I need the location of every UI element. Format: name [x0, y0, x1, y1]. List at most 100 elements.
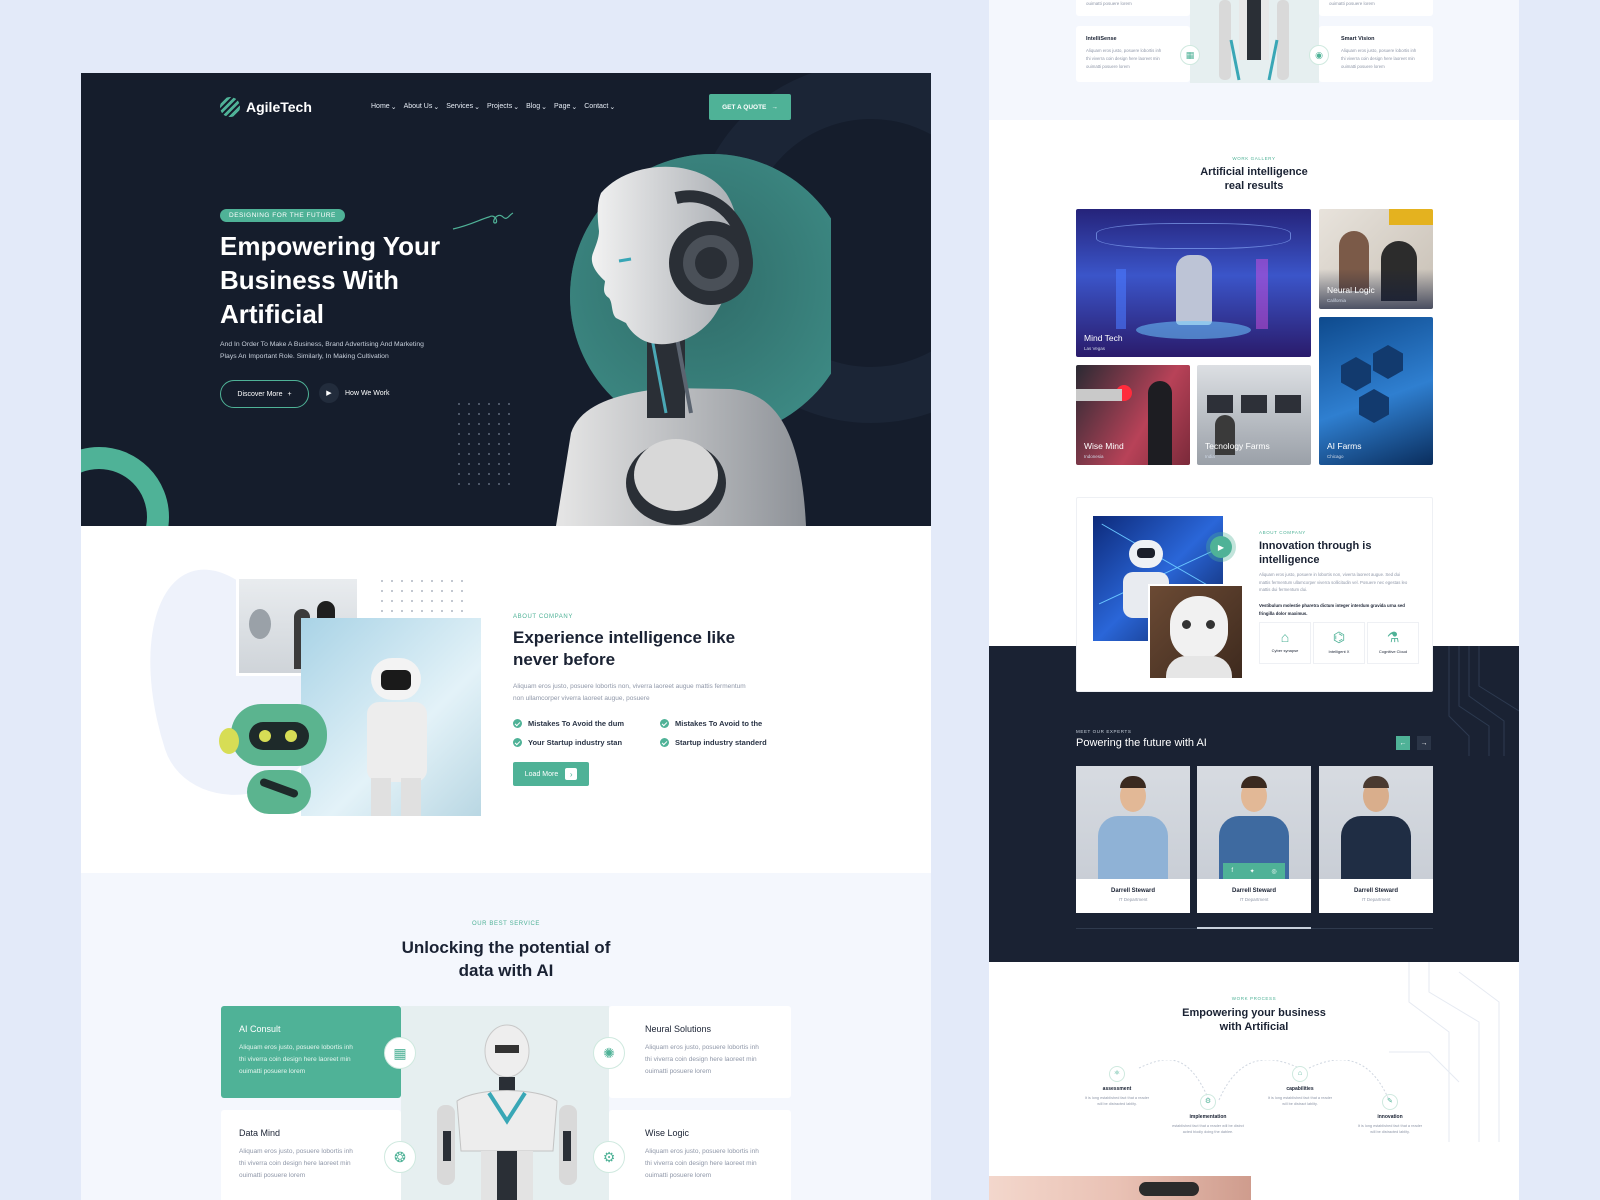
- hero-description: And In Order To Make A Business, Brand A…: [220, 339, 424, 363]
- load-more-label: Load More: [524, 770, 559, 778]
- experts-title: Powering the future with AI: [1076, 737, 1207, 749]
- gallery-item-wise-mind[interactable]: Wise Mind Indonesia: [1076, 365, 1190, 465]
- innovation-bold-text: Vestibulum molestie pharetra dictum inte…: [1259, 603, 1405, 616]
- process-step-name: innovation: [1377, 1114, 1403, 1120]
- service-card-intellisense[interactable]: IntelliSense Aliquam eros justo, posuere…: [1076, 26, 1190, 82]
- service-desc: Aliquam eros justo, posuere lobortis inh…: [239, 1044, 353, 1075]
- process-title: Empowering your business with Artificial: [989, 1006, 1519, 1034]
- team-role: IT Department: [1239, 897, 1269, 902]
- gallery-item-name: Wise Mind: [1084, 441, 1124, 451]
- play-video-button[interactable]: ▶: [1210, 536, 1232, 558]
- innovation-card: ▶ ABOUT COMPANY Innovation through is in…: [1076, 497, 1433, 692]
- about-desc-line: non ullamcorper viverra laoreet augue, p…: [513, 695, 650, 702]
- process-step-desc: established fact that a reader will be d…: [1172, 1124, 1244, 1134]
- check-item: Startup industry standerd: [660, 738, 807, 747]
- green-robot-illustration: [219, 704, 339, 816]
- how-we-work-link[interactable]: ▶ How We Work: [319, 383, 389, 403]
- feature-cyber-synapse: ⌂ Cyber synapse: [1259, 622, 1311, 664]
- check-label: Mistakes To Avoid to the: [675, 719, 763, 728]
- innovation-title-line: intelligence: [1259, 554, 1320, 566]
- process-step-implementation: ⚙ implementation established fact that a…: [1167, 1094, 1249, 1135]
- service-card-data-mind[interactable]: Data Mind Aliquam eros justo, posuere lo…: [221, 1110, 401, 1200]
- process-step-desc: It is long established fact that a reade…: [1267, 1096, 1333, 1106]
- check-icon: [660, 719, 669, 728]
- team-card[interactable]: Darrell Steward IT Department: [1076, 766, 1190, 913]
- experts-eyebrow: MEET OUR EXPERTS: [1076, 729, 1132, 734]
- nav-contact[interactable]: Contact: [584, 103, 608, 111]
- service-card-ai-consult[interactable]: AI Consult Aliquam eros justo, posuere l…: [221, 1006, 401, 1098]
- check-icon: [513, 738, 522, 747]
- gallery-item-ai-farms[interactable]: AI Farms Chicago: [1319, 317, 1433, 465]
- circuit-icon: ▦: [384, 1037, 416, 1069]
- play-icon: ▶: [319, 383, 339, 403]
- innovation-features: ⌂ Cyber synapse ⌬ Intelligent X ⚗ Cognit…: [1259, 622, 1419, 664]
- process-title-line: with Artificial: [1219, 1021, 1289, 1033]
- about-description: Aliquam eros justo, posuere lobortis non…: [513, 681, 746, 705]
- service-desc: ouimatti posuere lorem: [1329, 1, 1375, 6]
- arrow-right-icon: ›: [565, 768, 578, 780]
- service-name: AI Consult: [239, 1024, 281, 1034]
- facebook-icon[interactable]: f: [1231, 868, 1233, 874]
- chevron-down-icon: ⌄: [609, 104, 616, 111]
- chip-icon: ⌬: [1332, 629, 1346, 645]
- hero-title-line: Business With: [220, 265, 399, 295]
- gallery-item-neural-logic[interactable]: Neural Logic California: [1319, 209, 1433, 309]
- gallery-item-mind-tech[interactable]: Mind Tech Las Vegas: [1076, 209, 1311, 357]
- hero-bg-ring: [81, 447, 169, 526]
- discover-more-button[interactable]: Discover More +: [220, 380, 309, 408]
- logo[interactable]: AgileTech: [220, 97, 312, 117]
- gallery-title-line: Artificial intelligence: [1200, 166, 1308, 178]
- process-eyebrow: WORK PROCESS: [1231, 996, 1277, 1001]
- arrow-right-icon: →: [771, 103, 778, 111]
- nav-home[interactable]: Home: [371, 103, 390, 111]
- slider-prev-button[interactable]: ←: [1396, 736, 1410, 750]
- gallery-item-location: California: [1327, 298, 1347, 303]
- check-label: Startup industry standerd: [675, 738, 767, 747]
- process-step-name: implementation: [1189, 1114, 1227, 1120]
- feature-intelligent-x: ⌬ Intelligent X: [1313, 622, 1365, 664]
- gear-icon: ⚙: [593, 1141, 625, 1173]
- about-title-line: Experience intelligence like: [513, 628, 736, 647]
- chevron-down-icon: ⌄: [571, 104, 578, 111]
- nav-blog[interactable]: Blog: [526, 103, 540, 111]
- left-page: AgileTech Home ⌄ About Us ⌄ Services ⌄ Proj…: [81, 73, 931, 1200]
- gallery-item-tecnology-farms[interactable]: Tecnology Farms India: [1197, 365, 1311, 465]
- check-item: Mistakes To Avoid to the: [660, 719, 807, 728]
- innovation-eyebrow: ABOUT COMPANY: [1259, 530, 1306, 535]
- chevron-down-icon: ⌄: [474, 104, 480, 111]
- slider-progress: [1197, 927, 1311, 929]
- get-quote-button[interactable]: GET A QUOTE →: [709, 94, 791, 120]
- process-step-desc: It is long established fact that a reade…: [1084, 1096, 1150, 1106]
- service-desc: Aliquam eros justo, posuere lobortis inh…: [645, 1044, 759, 1075]
- service-card-neural-solutions[interactable]: Neural Solutions Aliquam eros justo, pos…: [609, 1006, 791, 1098]
- innovation-description: Aliquam eros justo, posuere in lobortis …: [1259, 572, 1408, 592]
- gallery-item-location: Chicago: [1327, 454, 1344, 459]
- team-card[interactable]: Darrell Steward IT Department: [1319, 766, 1433, 913]
- nav-about[interactable]: About Us: [404, 103, 433, 111]
- team-name: Darrell Steward: [1110, 888, 1156, 894]
- services-eyebrow: OUR BEST SERVICE: [471, 921, 541, 927]
- service-name: Neural Solutions: [645, 1024, 712, 1034]
- logo-icon: [220, 97, 240, 117]
- hero-desc-line: And In Order To Make A Business, Brand A…: [220, 341, 424, 348]
- twitter-icon[interactable]: ✦: [1250, 868, 1255, 875]
- service-card-smart-vision[interactable]: Smart Vision Aliquam eros justo, posuere…: [1319, 26, 1433, 82]
- team-role: IT Department: [1118, 897, 1148, 902]
- feature-label: Intelligent X: [1328, 649, 1350, 654]
- main-nav: Home ⌄ About Us ⌄ Services ⌄ Projects ⌄ Blog…: [371, 103, 625, 111]
- nav-page[interactable]: Page: [554, 103, 570, 111]
- nav-projects[interactable]: Projects: [487, 103, 512, 111]
- chart-icon: ▦: [1180, 45, 1200, 65]
- gallery-item-location: Las Vegas: [1084, 346, 1106, 351]
- load-more-button[interactable]: Load More ›: [513, 762, 589, 786]
- process-step-capabilities: ⌂ capabilities It is long established fa…: [1259, 1066, 1341, 1107]
- nav-services[interactable]: Services: [446, 103, 473, 111]
- team-photo: [1319, 766, 1433, 879]
- team-card[interactable]: f ✦ ◎ Darrell Steward IT Department: [1197, 766, 1311, 913]
- instagram-icon[interactable]: ◎: [1271, 868, 1276, 875]
- hero-section: AgileTech Home ⌄ About Us ⌄ Services ⌄ Proj…: [81, 73, 931, 526]
- graduation-icon: ⌂: [1280, 629, 1290, 645]
- slider-next-button[interactable]: →: [1417, 736, 1431, 750]
- service-card-wise-logic[interactable]: Wise Logic Aliquam eros justo, posuere l…: [609, 1110, 791, 1200]
- innovation-title-line: Innovation through is: [1259, 540, 1372, 552]
